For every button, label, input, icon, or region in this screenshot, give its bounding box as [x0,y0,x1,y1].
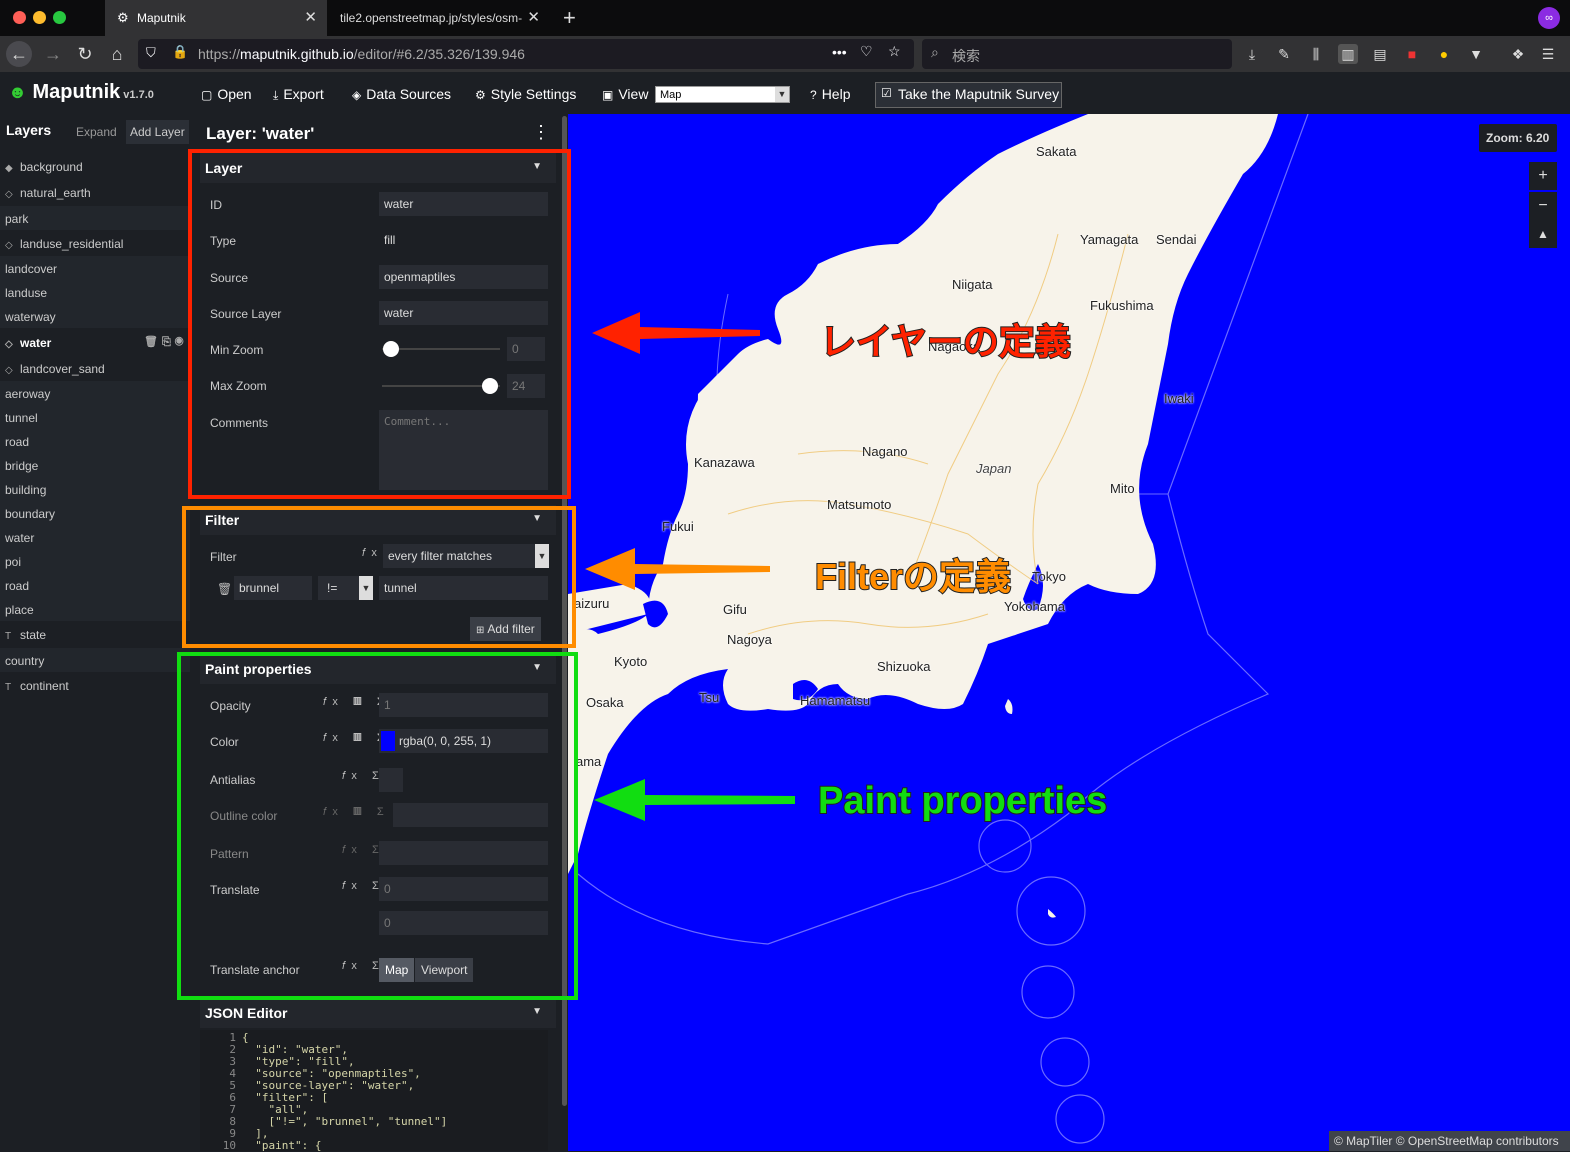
green-arrow [594,779,795,821]
orange-arrow [585,548,770,590]
filter-definition-annotation: Filterの定義 [814,555,1012,598]
paint-properties-annotation: Paint properties [817,779,1108,823]
red-arrow [592,312,760,354]
layer-definition-annotation: レイヤーの定義 [819,320,1072,363]
annotation-arrows [585,312,795,821]
